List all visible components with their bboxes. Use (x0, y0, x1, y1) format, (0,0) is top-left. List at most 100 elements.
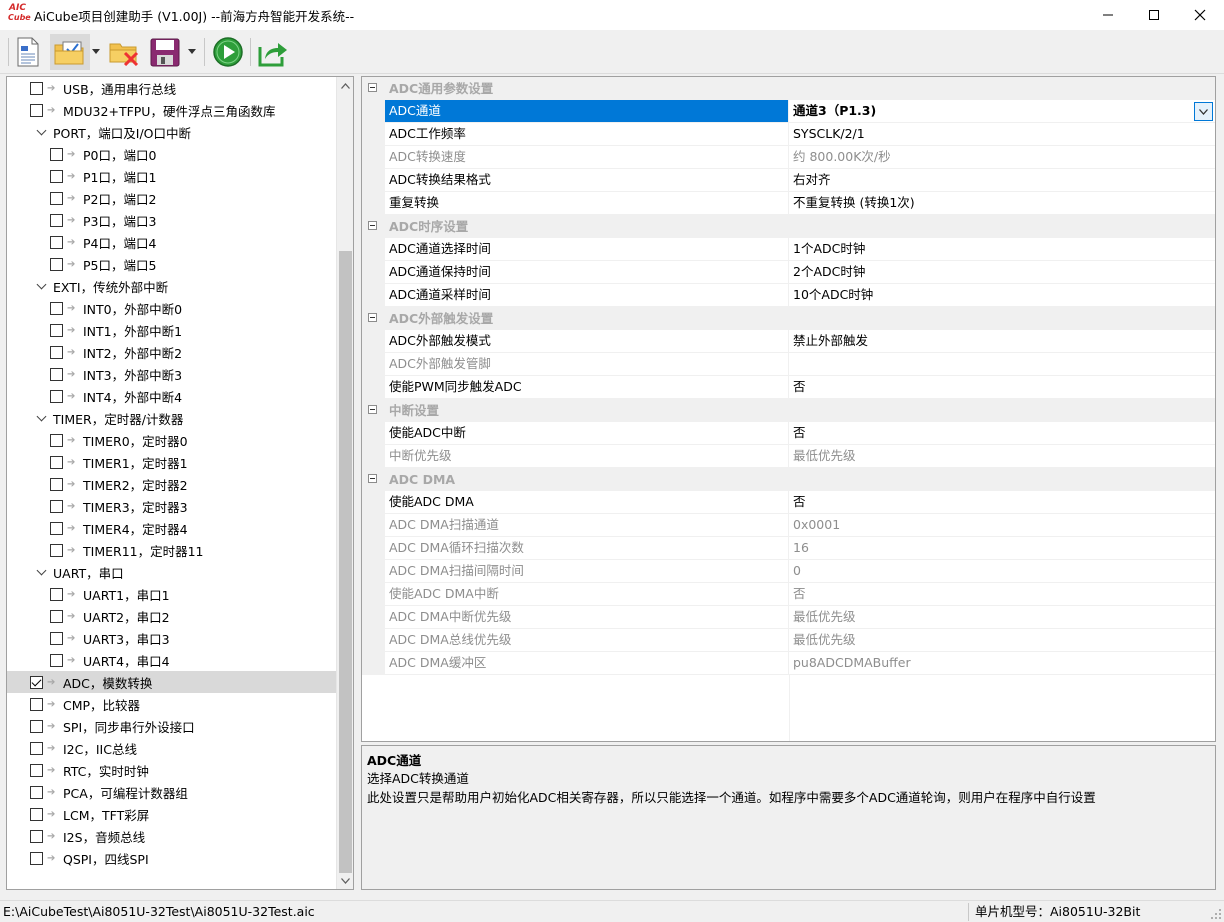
tree-item[interactable]: ➔ SPI，同步串行外设接口 (7, 715, 336, 737)
property-name[interactable]: ADC工作频率 (385, 123, 789, 146)
property-row[interactable]: 使能ADC DMA 否 (362, 491, 1215, 514)
property-name[interactable]: 中断优先级 (385, 445, 789, 468)
checkbox[interactable] (30, 697, 43, 711)
scroll-up-button[interactable] (337, 77, 353, 94)
property-name[interactable]: ADC通道 (385, 100, 789, 123)
property-row[interactable]: ADC通道采样时间 10个ADC时钟 (362, 284, 1215, 307)
scrollbar-thumb[interactable] (339, 251, 352, 873)
checkbox[interactable] (50, 301, 63, 315)
checkbox-checked[interactable] (30, 675, 43, 689)
resize-grip-icon[interactable] (1210, 908, 1222, 920)
run-button[interactable] (210, 34, 246, 70)
property-row[interactable]: ADC外部触发模式 禁止外部触发 (362, 330, 1215, 353)
checkbox[interactable] (50, 521, 63, 535)
property-row[interactable]: ADC DMA缓冲区 pu8ADCDMABuffer (362, 652, 1215, 675)
checkbox[interactable] (50, 191, 63, 205)
property-row[interactable]: ADC外部触发管脚 (362, 353, 1215, 376)
checkbox[interactable] (50, 543, 63, 557)
property-value[interactable]: 不重复转换 (转换1次) (789, 192, 1215, 215)
property-row[interactable]: ADC DMA扫描通道 0x0001 (362, 514, 1215, 537)
tree-item[interactable]: ➔ TIMER4，定时器4 (7, 517, 336, 539)
tree-item[interactable]: ➔ INT1，外部中断1 (7, 319, 336, 341)
property-row[interactable]: ADC DMA总线优先级 最低优先级 (362, 629, 1215, 652)
property-category[interactable]: ADC通用参数设置 (362, 77, 1215, 100)
checkbox[interactable] (50, 499, 63, 513)
checkbox[interactable] (50, 257, 63, 271)
tree-item[interactable]: ➔ P0口，端口0 (7, 143, 336, 165)
save-dropdown-arrow[interactable] (186, 34, 198, 70)
tree-item[interactable]: ➔ P3口，端口3 (7, 209, 336, 231)
property-row[interactable]: 使能ADC DMA中断否 (362, 583, 1215, 606)
property-row[interactable]: ADC DMA扫描间隔时间 0 (362, 560, 1215, 583)
tree-group[interactable]: EXTI，传统外部中断 (7, 275, 336, 297)
tree-item[interactable]: ➔ MDU32+TFPU，硬件浮点三角函数库 (7, 99, 336, 121)
tree-item[interactable]: ➔ CMP，比较器 (7, 693, 336, 715)
tree-group[interactable]: UART，串口 (7, 561, 336, 583)
close-button[interactable] (1177, 0, 1223, 30)
property-row[interactable]: 使能PWM同步触发ADC 否 (362, 376, 1215, 399)
value-dropdown-button[interactable] (1194, 102, 1213, 121)
tree-group[interactable]: PORT，端口及I/O口中断 (7, 121, 336, 143)
tree-item[interactable]: ➔ P5口，端口5 (7, 253, 336, 275)
property-name[interactable]: 使能PWM同步触发ADC (385, 376, 789, 399)
tree-item[interactable]: ➔ I2S，音频总线 (7, 825, 336, 847)
tree-group[interactable]: TIMER，定时器/计数器 (7, 407, 336, 429)
open-dropdown-arrow[interactable] (90, 34, 102, 70)
property-category[interactable]: ADC DMA (362, 468, 1215, 491)
property-name[interactable]: ADC DMA循环扫描次数 (385, 537, 789, 560)
checkbox[interactable] (30, 829, 43, 843)
property-name[interactable]: 重复转换 (385, 192, 789, 215)
property-row[interactable]: ADC通道 通道3（P1.3) (362, 100, 1215, 123)
tree-item[interactable]: ➔ UART3，串口3 (7, 627, 336, 649)
tree-item[interactable]: ➔ TIMER0，定时器0 (7, 429, 336, 451)
checkbox[interactable] (30, 851, 43, 865)
tree-item[interactable]: ➔ INT3，外部中断3 (7, 363, 336, 385)
property-value[interactable]: 通道3（P1.3) (789, 100, 1215, 123)
property-value[interactable]: 10个ADC时钟 (789, 284, 1215, 307)
property-row[interactable]: ADC转换结果格式 右对齐 (362, 169, 1215, 192)
tree-item[interactable]: ➔ INT4，外部中断4 (7, 385, 336, 407)
tree-item[interactable]: ➔ TIMER2，定时器2 (7, 473, 336, 495)
tree-item[interactable]: ➔ TIMER3，定时器3 (7, 495, 336, 517)
property-value[interactable]: 2个ADC时钟 (789, 261, 1215, 284)
property-category[interactable]: ADC外部触发设置 (362, 307, 1215, 330)
property-category[interactable]: ADC时序设置 (362, 215, 1215, 238)
property-name[interactable]: ADC通道保持时间 (385, 261, 789, 284)
property-value[interactable]: 右对齐 (789, 169, 1215, 192)
property-name[interactable]: ADC通道采样时间 (385, 284, 789, 307)
tree-scrollbar[interactable] (336, 77, 353, 889)
close-project-button[interactable] (106, 34, 142, 70)
collapse-icon[interactable] (368, 83, 377, 92)
property-name[interactable]: ADC DMA缓冲区 (385, 652, 789, 675)
checkbox[interactable] (50, 213, 63, 227)
expand-chevron-icon[interactable] (37, 567, 47, 577)
property-name[interactable]: ADC通道选择时间 (385, 238, 789, 261)
expand-chevron-icon[interactable] (37, 127, 47, 137)
property-row[interactable]: ADC DMA中断优先级 最低优先级 (362, 606, 1215, 629)
checkbox[interactable] (50, 433, 63, 447)
checkbox[interactable] (50, 345, 63, 359)
property-value[interactable]: 否 (789, 491, 1215, 514)
property-name[interactable]: ADC转换结果格式 (385, 169, 789, 192)
tree-item[interactable]: ➔ I2C，IIC总线 (7, 737, 336, 759)
tree-item[interactable]: ➔ INT0，外部中断0 (7, 297, 336, 319)
checkbox[interactable] (50, 389, 63, 403)
tree-item[interactable]: ➔ TIMER11，定时器11 (7, 539, 336, 561)
checkbox[interactable] (50, 323, 63, 337)
checkbox[interactable] (50, 147, 63, 161)
tree-item[interactable]: ➔ QSPI，四线SPI (7, 847, 336, 869)
checkbox[interactable] (30, 785, 43, 799)
collapse-icon[interactable] (368, 221, 377, 230)
checkbox[interactable] (50, 235, 63, 249)
tree-item[interactable]: ➔ P1口，端口1 (7, 165, 336, 187)
checkbox[interactable] (30, 81, 43, 95)
checkbox[interactable] (50, 455, 63, 469)
property-row[interactable]: 重复转换 不重复转换 (转换1次) (362, 192, 1215, 215)
property-value[interactable]: SYSCLK/2/1 (789, 123, 1215, 146)
scroll-down-button[interactable] (337, 872, 353, 889)
tree-item[interactable]: ➔ P2口，端口2 (7, 187, 336, 209)
property-name[interactable]: ADC外部触发管脚 (385, 353, 789, 376)
property-name[interactable]: ADC外部触发模式 (385, 330, 789, 353)
save-button[interactable] (146, 34, 184, 70)
minimize-button[interactable] (1085, 0, 1131, 30)
